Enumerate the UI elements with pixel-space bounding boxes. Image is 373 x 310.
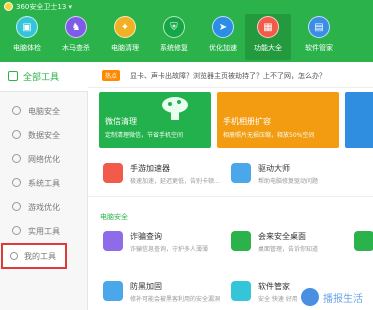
watermark-text: 播报生活 [323, 294, 363, 305]
divider [88, 196, 373, 197]
sidebar-item-system-tools[interactable]: 系统工具 [0, 172, 88, 196]
anti-hack-icon[interactable] [103, 281, 123, 301]
gamepad-icon [12, 202, 21, 211]
promo-wechat-clean[interactable]: 微信清理 定制清理微信，节省手机空间 [99, 92, 211, 148]
repair-icon: ⛨ [163, 16, 185, 38]
extra-tool-icon[interactable] [354, 231, 373, 251]
network-icon [12, 154, 21, 163]
sidebar-item-network[interactable]: 网络优化 [0, 148, 88, 172]
software-manager-icon: ▤ [308, 16, 330, 38]
sidebar-item-label: 网络优化 [28, 155, 60, 164]
toolbox-icon [12, 226, 21, 235]
sidebar-item-label: 实用工具 [28, 227, 60, 236]
hot-text[interactable]: 显卡、声卡出故障？浏览器主页被劫持了？上不了网，怎么办？ [130, 71, 326, 81]
hot-news-bar[interactable]: 热点 显卡、声卡出故障？浏览器主页被劫持了？上不了网，怎么办？ [88, 62, 373, 88]
section-title: 电脑安全 [100, 213, 128, 221]
nav-all-features[interactable]: ▦ 功能大全 [245, 14, 291, 60]
sidebar-item-label: 游戏优化 [28, 203, 60, 212]
tool-row-2: 诈骗查询 诈骗信息查询，守护多人薄薄 会来安全桌面 桌面管理，告诉你知道 [88, 226, 373, 258]
watermark: 播报生活 [297, 284, 373, 310]
hot-badge: 热点 [102, 70, 121, 81]
tool-name[interactable]: 诈骗查询 [130, 231, 162, 242]
nav-label: 软件管家 [305, 44, 333, 52]
sidebar-item-label: 系统工具 [28, 179, 60, 188]
tool-row-1: 手游加速器 极速加速，延迟更低，告别卡顿... 驱动大师 帮助电脑修复驱动问题 [88, 158, 373, 190]
nav-label: 功能大全 [254, 44, 282, 52]
promo-title: 手机相册扩容 [223, 117, 271, 126]
nav-label: 电脑清理 [111, 44, 139, 52]
clean-icon: ✦ [114, 16, 136, 38]
top-header: 360安全卫士13 ▾ ▣ 电脑体检 ♞ 木马查杀 ✦ 电脑清理 ⛨ 系统修复 … [0, 0, 373, 62]
sidebar-item-pc-security[interactable]: 电脑安全 [0, 100, 88, 124]
gear-icon [12, 178, 21, 187]
tool-desc: 修补可能会被黑客利用的安全漏洞 [130, 296, 221, 303]
nav-label: 系统修复 [160, 44, 188, 52]
tool-desc: 安全 快速 好用 [258, 296, 298, 303]
sidebar-item-all-tools[interactable]: 全部工具 [0, 62, 88, 92]
sidebar-item-utilities[interactable]: 实用工具 [0, 220, 88, 244]
sidebar-item-label: 数据安全 [28, 131, 60, 140]
tool-name[interactable]: 会来安全桌面 [258, 231, 306, 242]
all-features-icon: ▦ [257, 16, 279, 38]
fraud-query-icon[interactable] [103, 231, 123, 251]
tool-name[interactable]: 手游加速器 [130, 163, 170, 174]
trojan-scan-icon: ♞ [65, 16, 87, 38]
watermark-logo [301, 288, 319, 306]
sidebar-item-label: 我的工具 [24, 252, 56, 261]
tool-name[interactable]: 软件管家 [258, 281, 290, 292]
nav-pc-check[interactable]: ▣ 电脑体检 [4, 14, 50, 60]
data-icon [12, 130, 21, 139]
nav-speedup[interactable]: ➤ 优化加速 [200, 14, 246, 60]
sidebar: 全部工具 电脑安全 数据安全 网络优化 系统工具 游戏优化 实用工具 [0, 62, 88, 310]
nav-label: 优化加速 [209, 44, 237, 52]
safe-desktop-icon[interactable] [231, 231, 251, 251]
nav-repair[interactable]: ⛨ 系统修复 [151, 14, 197, 60]
speedup-icon: ➤ [212, 16, 234, 38]
mushroom-icon [162, 97, 188, 120]
pc-check-icon: ▣ [16, 16, 38, 38]
promo-subtitle: 定制清理微信，节省手机空间 [105, 132, 184, 139]
driver-master-icon[interactable] [231, 163, 251, 183]
game-accelerator-icon[interactable] [103, 163, 123, 183]
tool-name[interactable]: 防黑加固 [130, 281, 162, 292]
promo-subtitle: 相册照片无损压缩，释放50%空间 [223, 132, 315, 139]
promo-third[interactable] [345, 92, 373, 148]
sidebar-item-label: 电脑安全 [28, 107, 60, 116]
tool-desc: 桌面管理，告诉你知道 [258, 246, 319, 253]
sidebar-item-data-security[interactable]: 数据安全 [0, 124, 88, 148]
tool-desc: 诈骗信息查询，守护多人薄薄 [130, 246, 209, 253]
tool-desc: 极速加速，延迟更低，告别卡顿... [130, 178, 220, 185]
nav-trojan-scan[interactable]: ♞ 木马查杀 [53, 14, 99, 60]
tool-desc: 帮助电脑修复驱动问题 [258, 178, 319, 185]
tool-name[interactable]: 驱动大师 [258, 163, 290, 174]
promo-photo-expand[interactable]: 手机相册扩容 相册照片无损压缩，释放50%空间 [217, 92, 339, 148]
nav-label: 木马查杀 [62, 44, 90, 52]
nav-clean[interactable]: ✦ 电脑清理 [102, 14, 148, 60]
nav-label: 电脑体检 [13, 44, 41, 52]
software-manager-tile-icon[interactable] [231, 281, 251, 301]
app-title[interactable]: 360安全卫士13 ▾ [16, 2, 72, 12]
promo-title: 微信清理 [105, 117, 137, 126]
sidebar-item-my-tools[interactable]: 我的工具 [1, 243, 67, 269]
app-logo-icon [4, 2, 13, 11]
nav-software-manager[interactable]: ▤ 软件管家 [296, 14, 342, 60]
sidebar-item-game[interactable]: 游戏优化 [0, 196, 88, 220]
tools-icon [8, 71, 18, 81]
shield-icon [12, 106, 21, 115]
sidebar-header-label: 全部工具 [23, 73, 60, 83]
main-panel: 热点 显卡、声卡出故障？浏览器主页被劫持了？上不了网，怎么办？ 微信清理 定制清… [88, 62, 373, 310]
heart-icon [10, 252, 18, 260]
